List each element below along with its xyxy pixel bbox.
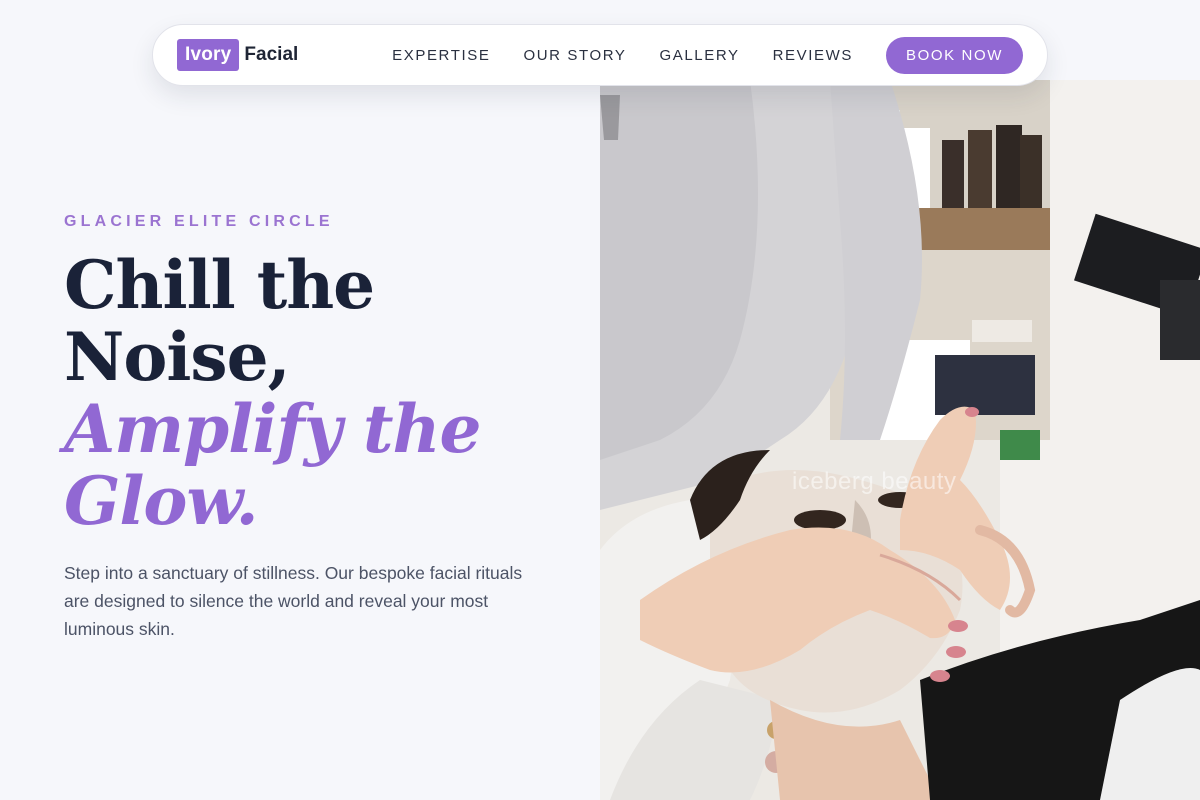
nav-link-reviews[interactable]: REVIEWS: [773, 47, 853, 64]
nav-link-expertise[interactable]: EXPERTISE: [392, 47, 490, 64]
headline-accent-line-2: Glow.: [64, 462, 259, 540]
brand-logo-word: Facial: [244, 44, 299, 65]
book-now-button[interactable]: BOOK NOW: [886, 36, 1023, 74]
headline-accent-line-1: Amplify the: [64, 390, 482, 468]
nav-link-our-story[interactable]: OUR STORY: [523, 47, 626, 64]
hero-description: Step into a sanctuary of stillness. Our …: [64, 563, 523, 639]
nav-link-gallery[interactable]: GALLERY: [659, 47, 739, 64]
hero-photo: iceberg beauty: [600, 80, 1200, 800]
nav-links: EXPERTISE OUR STORY GALLERY REVIEWS: [392, 47, 853, 64]
hero-eyebrow: GLACIER ELITE CIRCLE: [64, 213, 334, 230]
headline-line-1: Chill the: [64, 246, 375, 324]
brand-logo[interactable]: Ivory Facial: [177, 39, 298, 71]
hero-headline: Chill the Noise, Amplify the Glow.: [64, 249, 564, 537]
facial-treatment-illustration: [600, 80, 1200, 800]
brand-logo-box: Ivory: [177, 39, 240, 71]
photo-watermark: iceberg beauty: [792, 468, 957, 495]
top-navigation: Ivory Facial EXPERTISE OUR STORY GALLERY…: [152, 24, 1048, 86]
headline-line-2: Noise,: [64, 318, 291, 396]
hero-text: GLACIER ELITE CIRCLE Chill the Noise, Am…: [64, 213, 564, 643]
